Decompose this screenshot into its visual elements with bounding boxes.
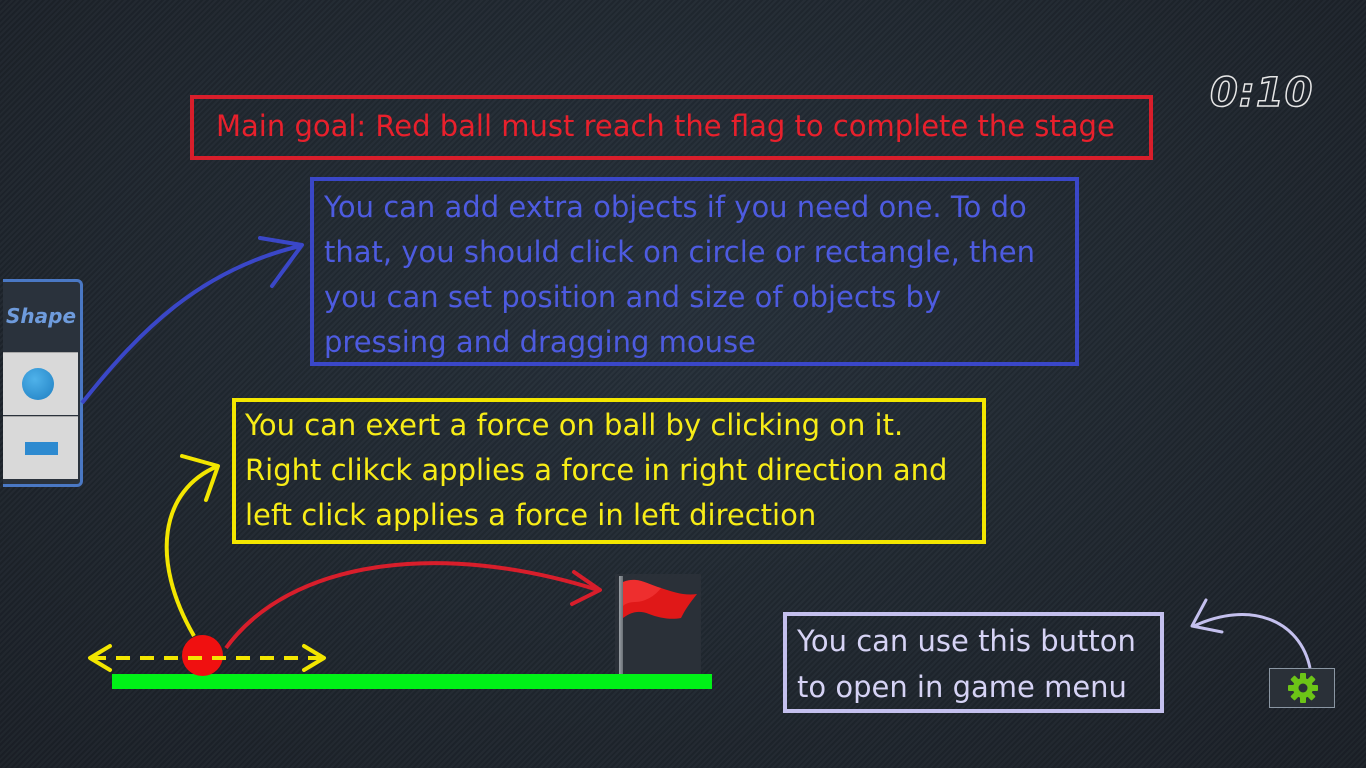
shape-panel: Shape — [3, 279, 83, 487]
red-ball[interactable] — [182, 635, 223, 676]
add-rectangle-button[interactable] — [3, 416, 78, 479]
menu-hint-text: You can use this button to open in game … — [797, 624, 1136, 704]
goal-flag — [615, 574, 701, 674]
flag-icon — [623, 579, 697, 619]
menu-hint-box: You can use this button to open in game … — [783, 612, 1164, 713]
add-objects-hint-text: You can add extra objects if you need on… — [324, 190, 1036, 359]
add-objects-hint-box: You can add extra objects if you need on… — [310, 177, 1079, 366]
yellow-arrow — [164, 464, 219, 638]
force-hint-text: You can exert a force on ball by clickin… — [245, 408, 948, 532]
ground-platform — [112, 674, 712, 689]
force-hint-box: You can exert a force on ball by clickin… — [232, 398, 986, 544]
goal-hint-box: Main goal: Red ball must reach the flag … — [190, 95, 1153, 160]
goal-hint-text: Main goal: Red ball must reach the flag … — [216, 109, 1115, 143]
blue-arrow — [80, 244, 301, 405]
lavender-arrow — [1193, 613, 1312, 669]
rectangle-icon — [25, 442, 58, 455]
circle-icon — [22, 368, 54, 400]
settings-button[interactable] — [1269, 668, 1335, 708]
shape-panel-title: Shape — [6, 304, 77, 328]
timer: 0:10 — [1209, 69, 1314, 117]
gear-icon — [1288, 673, 1318, 703]
red-arrow — [224, 561, 599, 650]
add-circle-button[interactable] — [3, 352, 78, 415]
